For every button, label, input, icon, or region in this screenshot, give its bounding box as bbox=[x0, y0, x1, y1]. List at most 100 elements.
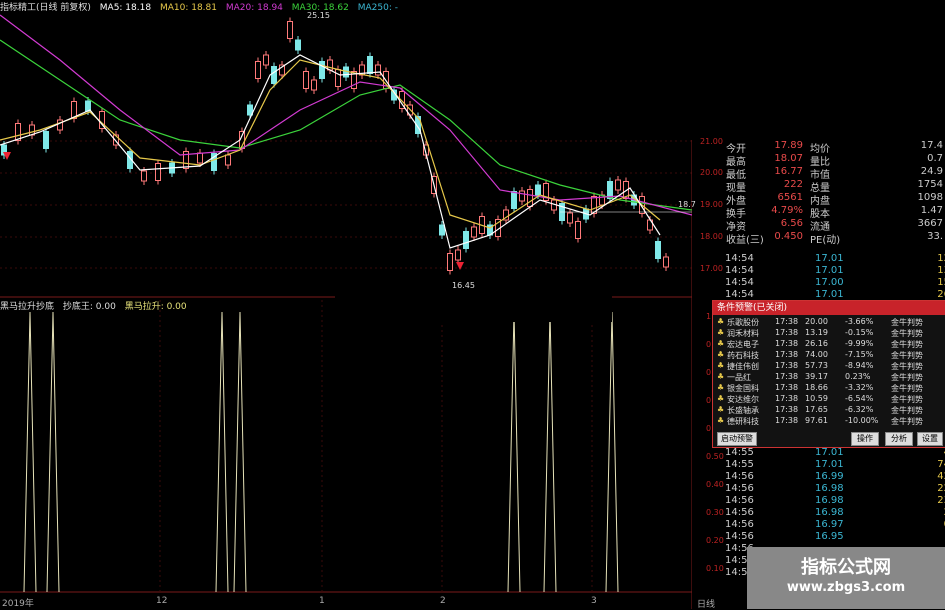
buy-signal-arrow bbox=[456, 262, 464, 270]
alert-time: 17:38 bbox=[775, 394, 799, 403]
trade-time: 14:55 bbox=[725, 459, 754, 470]
alert-change: 0.23% bbox=[845, 372, 871, 381]
trade-price: 17.01 bbox=[815, 459, 844, 470]
alert-price: 97.61 bbox=[805, 416, 828, 425]
date-tick: 3 bbox=[591, 596, 597, 606]
trade-row: 14:5616.9823S bbox=[725, 495, 945, 507]
quote-value: 6561 bbox=[777, 192, 803, 203]
quote-row: 收益(三) 0.450 PE(动) 33. bbox=[692, 231, 945, 246]
candle-body bbox=[155, 163, 161, 181]
period-label[interactable]: 日线 bbox=[697, 597, 715, 610]
trade-time: 14:56 bbox=[725, 531, 754, 542]
candle-body bbox=[463, 231, 469, 249]
start-alert-button[interactable]: 启动预警 bbox=[717, 432, 757, 446]
alert-stock-name: 乐歌股份 bbox=[727, 318, 759, 327]
alert-title[interactable]: 条件预警(已关闭) bbox=[713, 301, 945, 315]
alert-condition: 金牛判势 bbox=[891, 395, 923, 404]
trade-volume: 22 bbox=[937, 483, 945, 494]
trade-time: 14:54 bbox=[725, 277, 754, 288]
settings-button[interactable]: 设置 bbox=[917, 432, 943, 446]
trade-price: 16.98 bbox=[815, 507, 844, 518]
alert-stock-icon: ♣ bbox=[717, 328, 725, 337]
trade-time: 14:54 bbox=[725, 289, 754, 300]
chart-title: 指标精工(日线 前复权) bbox=[0, 3, 91, 13]
indicator-tick: 0.20 bbox=[706, 536, 724, 545]
trade-row: 14:5417.0113B bbox=[725, 265, 945, 277]
candle-body bbox=[263, 54, 269, 66]
alert-change: -7.15% bbox=[845, 350, 874, 359]
alert-stock-name: 药石科技 bbox=[727, 351, 759, 360]
candle-body bbox=[295, 39, 301, 51]
trade-volume: 13 bbox=[937, 265, 945, 276]
trade-time: 14:55 bbox=[725, 447, 754, 458]
alert-time: 17:38 bbox=[775, 372, 799, 381]
operate-button[interactable]: 操作 bbox=[851, 432, 879, 446]
trade-volume: 23 bbox=[937, 495, 945, 506]
candle-body bbox=[447, 253, 453, 271]
condition-alert-window[interactable]: 条件预警(已关闭) ♣ 乐歌股份 17:38 20.00 -3.66% 金牛判势 ♣ 润禾材料… bbox=[712, 300, 945, 448]
alert-list[interactable]: ♣ 乐歌股份 17:38 20.00 -3.66% 金牛判势 ♣ 润禾材料 17:38 13.19… bbox=[713, 317, 943, 429]
trade-volume: 42 bbox=[937, 471, 945, 482]
analyze-button[interactable]: 分析 bbox=[885, 432, 913, 446]
trade-time: 14:54 bbox=[725, 253, 754, 264]
quote-row: 外盘 6561 内盘 1098 bbox=[692, 192, 945, 207]
trade-time: 14:56 bbox=[725, 483, 754, 494]
alert-price: 18.66 bbox=[805, 383, 828, 392]
alert-change: -8.94% bbox=[845, 361, 874, 370]
alert-price: 57.73 bbox=[805, 361, 828, 370]
alert-change: -3.32% bbox=[845, 383, 874, 392]
quote-value: 1754 bbox=[917, 179, 943, 190]
quote-value: 3667 bbox=[917, 218, 943, 229]
alert-stock-name: 捷佳伟创 bbox=[727, 362, 759, 371]
candle-body bbox=[575, 221, 581, 239]
quote-value: 6.56 bbox=[780, 218, 803, 229]
candle-body bbox=[311, 79, 317, 91]
alert-stock-icon: ♣ bbox=[717, 416, 725, 425]
alert-price: 26.16 bbox=[805, 339, 828, 348]
alert-condition: 金牛判势 bbox=[891, 351, 923, 360]
alert-time: 17:38 bbox=[775, 361, 799, 370]
candle-body bbox=[439, 224, 445, 236]
candle-body bbox=[319, 61, 325, 79]
trade-row: 14:5616.9942S bbox=[725, 471, 945, 483]
quote-value: 222 bbox=[783, 179, 803, 190]
alert-time: 17:38 bbox=[775, 317, 799, 326]
trade-price: 16.97 bbox=[815, 519, 844, 530]
trade-price: 17.00 bbox=[815, 277, 844, 288]
quote-value: 33. bbox=[927, 231, 943, 242]
alert-stock-name: 长盛轴承 bbox=[727, 406, 759, 415]
date-axis: 2019年 12 1 2 3 bbox=[0, 596, 692, 609]
candle-body bbox=[663, 256, 669, 268]
candle-body bbox=[471, 226, 477, 238]
trade-price: 17.01 bbox=[815, 289, 844, 300]
alert-change: -3.66% bbox=[845, 317, 874, 326]
quote-row: 净资 6.56 流通 3667 bbox=[692, 218, 945, 233]
alert-stock-name: 一品红 bbox=[727, 373, 751, 382]
candle-body bbox=[615, 179, 621, 191]
trade-row: 14:5417.0112B bbox=[725, 253, 945, 265]
alert-row[interactable]: ♣ 德研科技 17:38 97.61 -10.00% 金牛判势 bbox=[713, 416, 943, 428]
candle-body bbox=[527, 189, 533, 207]
candle-body bbox=[567, 212, 573, 224]
candle-body bbox=[43, 131, 49, 149]
indicator-tick: 0.40 bbox=[706, 480, 724, 489]
alert-stock-icon: ♣ bbox=[717, 350, 725, 359]
alert-price: 39.17 bbox=[805, 372, 828, 381]
alert-stock-icon: ♣ bbox=[717, 372, 725, 381]
alert-stock-name: 安达维尔 bbox=[727, 395, 759, 404]
alert-change: -6.32% bbox=[845, 405, 874, 414]
trade-time: 14:56 bbox=[725, 471, 754, 482]
indicator-tick: 0.30 bbox=[706, 508, 724, 517]
overlay-box bbox=[335, 288, 612, 322]
quote-row: 最低 16.77 市值 24.9 bbox=[692, 166, 945, 181]
candle-body bbox=[367, 56, 373, 74]
indicator-spike bbox=[507, 311, 521, 593]
indicator-tick: 0.10 bbox=[706, 564, 724, 573]
indicator-item1: 抄底王: 0.00 bbox=[62, 302, 116, 312]
trade-row: 14:5517.0174B bbox=[725, 459, 945, 471]
quote-row: 今开 17.89 均价 17.4 bbox=[692, 140, 945, 155]
trade-volume: 74 bbox=[937, 459, 945, 470]
alert-condition: 金牛判势 bbox=[891, 384, 923, 393]
candle-body bbox=[255, 61, 261, 79]
watermark-title: 指标公式网 bbox=[801, 557, 891, 578]
